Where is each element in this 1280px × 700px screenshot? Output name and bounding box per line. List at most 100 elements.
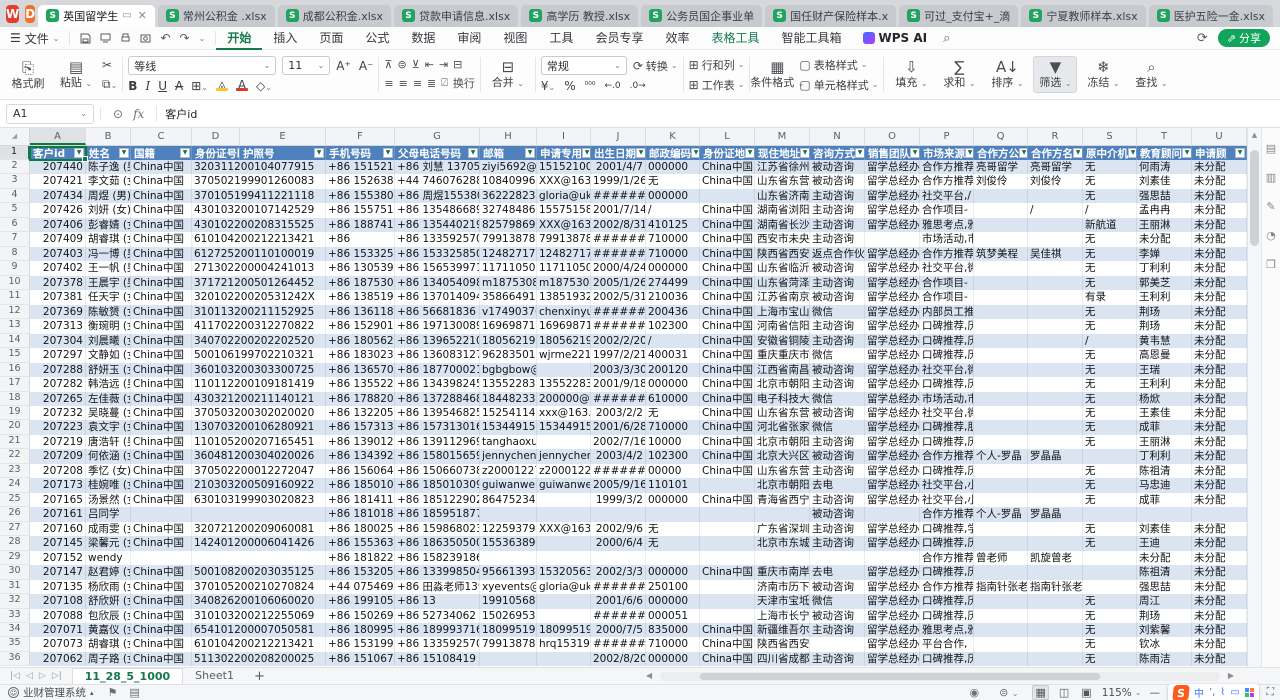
row-number[interactable]: 25	[0, 493, 30, 507]
cell[interactable]: 舒欣姸 (女	[86, 594, 131, 608]
cell[interactable]: China中国	[700, 623, 755, 637]
cell[interactable]: +86 13053983	[326, 261, 395, 275]
cell[interactable]: 主动咨询	[810, 377, 865, 391]
cell[interactable]: 207434	[30, 189, 86, 203]
cell[interactable]: 2002/2/20	[591, 334, 646, 348]
cell[interactable]: 被动咨询	[810, 174, 865, 188]
cell[interactable]: 未分配	[1192, 464, 1247, 478]
cell[interactable]: China中国	[131, 319, 192, 333]
cell[interactable]: 2000/4/24	[591, 261, 646, 275]
menu-item-视图[interactable]: 视图	[492, 27, 538, 50]
mic-icon[interactable]: ⌇	[1220, 687, 1225, 698]
cell[interactable]: 180995191	[537, 623, 591, 637]
cell[interactable]: China中国	[131, 536, 192, 550]
cell[interactable]: 合作项目-	[920, 290, 974, 304]
cell[interactable]: China中国	[131, 392, 192, 406]
cell[interactable]: 207406	[30, 218, 86, 232]
cell[interactable]: +44 07546918	[326, 580, 395, 594]
row-number[interactable]: 20	[0, 420, 30, 434]
cell[interactable]: 王迪	[1137, 536, 1192, 550]
cell[interactable]: 370502200012272047	[192, 464, 326, 478]
cell[interactable]: 个人-罗晶	[974, 449, 1028, 463]
cell[interactable]: 强思喆	[1137, 189, 1192, 203]
cell[interactable]: 郭美芝	[1137, 276, 1192, 290]
cell[interactable]: +86 1851229020	[395, 493, 480, 507]
cell[interactable]: 未分配	[1137, 232, 1192, 246]
cell[interactable]: 王丽淋	[1137, 435, 1192, 449]
cell[interactable]: 500108200203035125	[192, 565, 326, 579]
cell[interactable]: 000000	[646, 189, 700, 203]
cell[interactable]: jennychen	[480, 449, 537, 463]
eye-protect-icon[interactable]: ◉	[963, 686, 985, 699]
cell[interactable]: 留学总经办	[865, 392, 920, 406]
cell[interactable]: 153449155	[537, 420, 591, 434]
cell[interactable]: China中国	[131, 420, 192, 434]
cell[interactable]: 135522836	[480, 377, 537, 391]
cell[interactable]: 王丽淋	[1137, 218, 1192, 232]
cell[interactable]	[974, 218, 1028, 232]
cell[interactable]: 微信	[810, 420, 865, 434]
cell[interactable]: 207440	[30, 160, 86, 174]
ribbon-small-行和列[interactable]: ⊞行和列⌄	[689, 57, 745, 73]
cell[interactable]: 150269534	[480, 609, 537, 623]
cell[interactable]	[700, 507, 755, 521]
cell[interactable]: China中国	[131, 189, 192, 203]
cell[interactable]	[1028, 232, 1083, 246]
cell[interactable]: 口碑推荐,历	[920, 464, 974, 478]
cell[interactable]: 410125	[646, 218, 700, 232]
cell[interactable]: 2002/9/6	[591, 522, 646, 536]
cell[interactable]: 合作方推荐	[920, 449, 974, 463]
cell[interactable]: 被动咨询	[810, 406, 865, 420]
cell[interactable]: 未分配	[1192, 580, 1247, 594]
cell[interactable]: 任天宇 (女	[86, 290, 131, 304]
column-letter-P[interactable]: P	[920, 128, 974, 145]
filter-dropdown-icon[interactable]: ▼	[1128, 148, 1137, 158]
filter-dropdown-icon[interactable]: ▼	[1182, 148, 1192, 158]
cell[interactable]: 未分配	[1192, 623, 1247, 637]
cell[interactable]: +86 1863505000	[395, 536, 480, 550]
cell[interactable]: 刘晨曦 (女	[86, 334, 131, 348]
cell[interactable]: 2001/9/18	[591, 377, 646, 391]
system-menu[interactable]: ☺ 业财管理系统 ▴	[0, 685, 102, 700]
cell[interactable]: 留学总经办	[865, 305, 920, 319]
cell[interactable]: 411702200312270822	[192, 319, 326, 333]
preview-icon[interactable]	[140, 33, 151, 44]
cell[interactable]: 无	[1083, 319, 1137, 333]
row-number[interactable]: 6	[0, 218, 30, 232]
justify-icon[interactable]: ≣	[427, 77, 435, 90]
cell[interactable]: China中国	[700, 377, 755, 391]
cell[interactable]	[700, 594, 755, 608]
cell[interactable]: 未分配	[1192, 305, 1247, 319]
header-cell-B[interactable]: 姓名▼	[86, 146, 131, 160]
ribbon-small-表格样式[interactable]: ▢表格样式⌄	[799, 57, 878, 73]
cell[interactable]: +86 1971300890	[395, 319, 480, 333]
docer-icon[interactable]: D	[25, 5, 35, 23]
cell[interactable]: 口碑推荐,历	[920, 565, 974, 579]
row-number[interactable]: 24	[0, 478, 30, 492]
save-icon[interactable]	[80, 33, 91, 44]
cell[interactable]: China中国	[131, 478, 192, 492]
cell[interactable]: +86 15536380	[326, 536, 395, 550]
cell[interactable]: 无	[1083, 464, 1137, 478]
cell[interactable]: 无	[1083, 435, 1137, 449]
cell[interactable]: 370105200210270824	[192, 580, 326, 594]
cell[interactable]: 梁馨元 (女	[86, 536, 131, 550]
cell[interactable]: China中国	[700, 348, 755, 362]
cell[interactable]: 口碑推荐,历	[920, 377, 974, 391]
cell[interactable]: +86 18002510	[326, 522, 395, 536]
row-number[interactable]: 21	[0, 435, 30, 449]
cell[interactable]: 留学总经办	[865, 623, 920, 637]
cell[interactable]: 社交平台,/	[920, 189, 974, 203]
cell[interactable]	[974, 334, 1028, 348]
cell[interactable]: 荆玚	[1137, 305, 1192, 319]
cell[interactable]: tanghaoxu	[480, 435, 537, 449]
cell[interactable]: 主动咨询	[810, 435, 865, 449]
row-number[interactable]: 32	[0, 594, 30, 608]
cell[interactable]	[1028, 637, 1083, 651]
share-button[interactable]: ⇗ 分享	[1218, 29, 1270, 47]
cell[interactable]: +86 19910568	[326, 594, 395, 608]
cell[interactable]: 511302200208200025	[192, 652, 326, 666]
cell[interactable]: 207208	[30, 464, 86, 478]
document-tab[interactable]: S宁夏教师样本.xlsx	[1021, 5, 1145, 27]
cell[interactable]	[974, 637, 1028, 651]
